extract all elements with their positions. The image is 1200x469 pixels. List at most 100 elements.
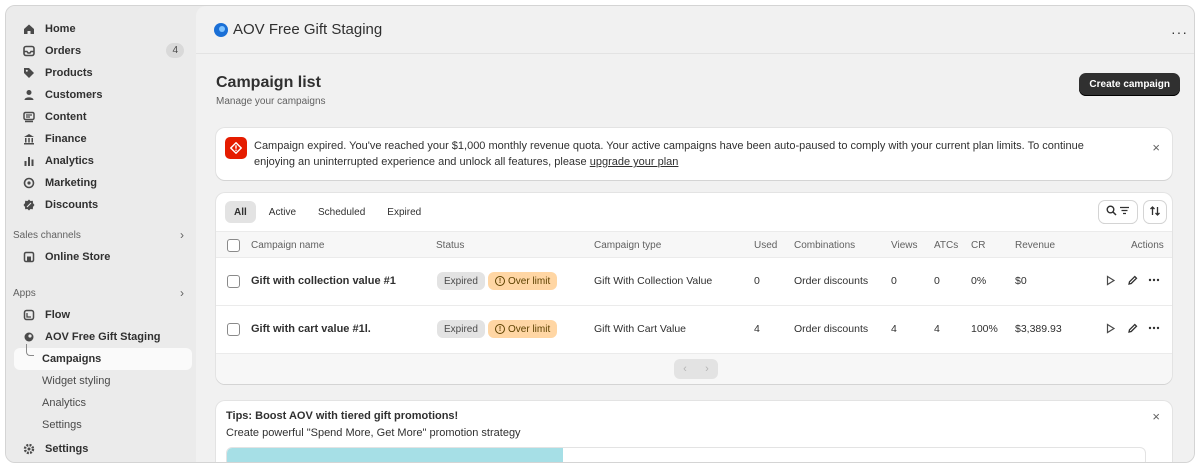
- sidebar-item-label: Products: [45, 67, 93, 79]
- sidebar-subitem-widget-styling[interactable]: Widget styling: [6, 370, 196, 392]
- upgrade-plan-link[interactable]: upgrade your plan: [590, 156, 679, 168]
- campaign-type: Gift With Cart Value: [594, 323, 686, 335]
- tab-all[interactable]: All: [225, 201, 256, 223]
- search-icon: [1106, 205, 1117, 219]
- create-campaign-button[interactable]: Create campaign: [1079, 73, 1180, 96]
- flow-icon: [22, 308, 36, 322]
- more-actions-icon[interactable]: [1147, 321, 1161, 335]
- column-header[interactable]: Campaign type: [594, 240, 661, 251]
- sidebar-subitem-analytics[interactable]: Analytics: [6, 392, 196, 414]
- search-filter-button[interactable]: [1099, 201, 1137, 223]
- over-limit-badge: ! Over limit: [488, 272, 558, 290]
- close-icon[interactable]: ×: [1152, 140, 1160, 155]
- sidebar-item-label: Finance: [45, 133, 87, 145]
- over-limit-badge: ! Over limit: [488, 320, 558, 338]
- column-header[interactable]: CR: [971, 240, 985, 251]
- play-icon[interactable]: [1103, 321, 1117, 335]
- column-header[interactable]: Revenue: [1015, 240, 1055, 251]
- campaign-name[interactable]: Gift with collection value #1: [251, 275, 396, 287]
- sidebar-item-label: AOV Free Gift Staging: [45, 331, 161, 343]
- sidebar-item-orders[interactable]: Orders 4: [6, 40, 196, 62]
- sales-channels-heading[interactable]: Sales channels ›: [6, 224, 196, 246]
- bar-chart-icon: [22, 154, 36, 168]
- sidebar-item-content[interactable]: Content: [6, 106, 196, 128]
- sidebar-item-finance[interactable]: Finance: [6, 128, 196, 150]
- play-icon[interactable]: [1103, 273, 1117, 287]
- edit-icon[interactable]: [1125, 321, 1139, 335]
- column-header[interactable]: ATCs: [934, 240, 958, 251]
- views-value: 4: [891, 323, 897, 335]
- sidebar-subitem-settings[interactable]: Settings: [6, 414, 196, 436]
- views-value: 0: [891, 275, 897, 287]
- table-row[interactable]: Gift with collection value #1 Expired ! O…: [216, 258, 1172, 306]
- cr-value: 0%: [971, 275, 987, 287]
- column-header[interactable]: Campaign name: [251, 240, 324, 251]
- sidebar-item-aov-app[interactable]: AOV Free Gift Staging: [6, 326, 196, 348]
- filter-tabs: All Active Scheduled Expired: [225, 201, 430, 223]
- row-checkbox[interactable]: [227, 323, 240, 336]
- tree-connector: [26, 344, 34, 356]
- campaign-table-card: All Active Scheduled Expired Campaign na…: [216, 193, 1172, 384]
- combinations-value: Order discounts: [794, 275, 869, 287]
- tab-scheduled[interactable]: Scheduled: [309, 201, 374, 223]
- apps-heading[interactable]: Apps ›: [6, 282, 196, 304]
- sidebar-item-products[interactable]: Products: [6, 62, 196, 84]
- column-header[interactable]: Status: [436, 240, 464, 251]
- column-header[interactable]: Combinations: [794, 240, 855, 251]
- main-content: AOV Free Gift Staging ··· Campaign list …: [196, 6, 1194, 462]
- edit-icon[interactable]: [1125, 273, 1139, 287]
- sidebar-item-analytics[interactable]: Analytics: [6, 150, 196, 172]
- revenue-value: $0: [1015, 275, 1027, 287]
- sidebar-item-label: Flow: [45, 309, 71, 321]
- campaign-name[interactable]: Gift with cart value #1l.: [251, 323, 371, 335]
- sidebar-item-discounts[interactable]: Discounts: [6, 194, 196, 216]
- page-title: Campaign list: [216, 74, 321, 91]
- sidebar-item-label: Customers: [45, 89, 103, 101]
- sidebar-item-label: Content: [45, 111, 87, 123]
- select-all-checkbox[interactable]: [227, 239, 240, 252]
- sort-icon: [1149, 205, 1161, 220]
- sales-channels-label: Sales channels: [13, 229, 81, 241]
- home-icon: [22, 22, 36, 36]
- over-limit-label: Over limit: [508, 275, 551, 287]
- info-icon: !: [495, 276, 505, 286]
- row-checkbox[interactable]: [227, 275, 240, 288]
- sidebar-item-settings[interactable]: Settings: [6, 438, 196, 460]
- table-row[interactable]: Gift with cart value #1l. Expired ! Over …: [216, 306, 1172, 354]
- sidebar-item-online-store[interactable]: Online Store: [6, 246, 196, 268]
- sidebar-item-label: Settings: [42, 419, 82, 431]
- sidebar-item-flow[interactable]: Flow: [6, 304, 196, 326]
- sidebar-item-marketing[interactable]: Marketing: [6, 172, 196, 194]
- tag-icon: [22, 66, 36, 80]
- column-header[interactable]: Views: [891, 240, 918, 251]
- more-actions-icon[interactable]: [1147, 273, 1161, 287]
- column-header[interactable]: Used: [754, 240, 777, 251]
- app-window: Home Orders 4 Products Customers Content…: [5, 5, 1195, 463]
- tab-active[interactable]: Active: [260, 201, 305, 223]
- sidebar-item-customers[interactable]: Customers: [6, 84, 196, 106]
- orders-icon: [22, 44, 36, 58]
- preview-image: [227, 448, 563, 462]
- combinations-value: Order discounts: [794, 323, 869, 335]
- sort-button[interactable]: [1144, 201, 1166, 223]
- tab-expired[interactable]: Expired: [378, 201, 430, 223]
- apps-label: Apps: [13, 287, 36, 299]
- sidebar-item-label: Marketing: [45, 177, 97, 189]
- table-footer: ‹ ›: [216, 354, 1172, 384]
- store-icon: [22, 250, 36, 264]
- tips-subtitle: Create powerful "Spend More, Get More" p…: [226, 427, 521, 439]
- sidebar-item-label: Orders: [45, 45, 82, 57]
- expired-banner: Campaign expired. You've reached your $1…: [216, 128, 1172, 180]
- chevron-left-icon[interactable]: ‹: [674, 359, 696, 379]
- close-icon[interactable]: ×: [1152, 409, 1160, 424]
- more-options-icon[interactable]: ···: [1171, 24, 1188, 40]
- used-value: 4: [754, 323, 760, 335]
- content-icon: [22, 110, 36, 124]
- atcs-value: 0: [934, 275, 940, 287]
- sidebar-item-label: Home: [45, 23, 76, 35]
- chevron-right-icon[interactable]: ›: [696, 359, 718, 379]
- info-icon: !: [495, 324, 505, 334]
- sidebar-item-home[interactable]: Home: [6, 18, 196, 40]
- campaign-type: Gift With Collection Value: [594, 275, 713, 287]
- sidebar-subitem-campaigns[interactable]: Campaigns: [14, 344, 192, 370]
